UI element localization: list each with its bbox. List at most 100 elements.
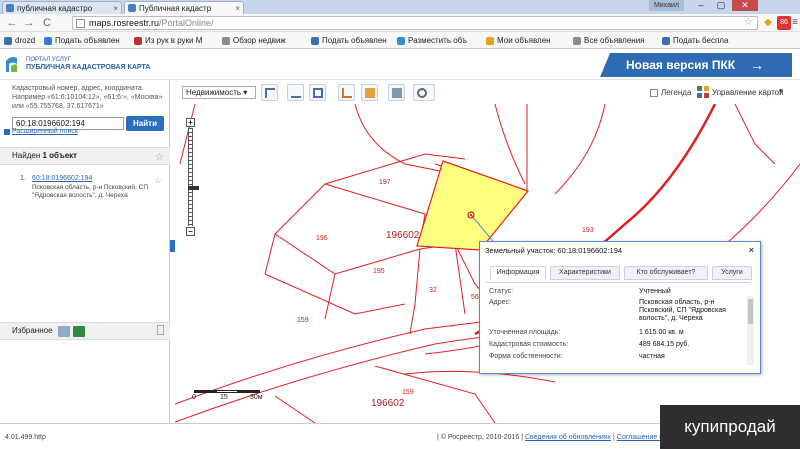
back-button[interactable]: ← [5, 16, 19, 30]
logo-main-text[interactable]: ПУБЛИЧНАЯ КАДАСТРОВАЯ КАРТА [26, 64, 150, 71]
tab-favicon [128, 4, 136, 12]
selected-parcel[interactable] [416, 160, 530, 251]
browser-tab-2[interactable]: Публичная кадастр × [124, 1, 244, 14]
bookmark-item[interactable]: Мои объявлен [486, 35, 551, 47]
bookmark-item[interactable]: Обзор недвиж [222, 35, 286, 47]
map-canvas[interactable]: 197 196 195 196602 193 32 56 159 159 196… [175, 104, 800, 423]
info-value: Псковская область, р-н Псковский, СП "Яд… [639, 299, 726, 322]
bookmark-item[interactable]: Из рук в руки М [134, 35, 202, 47]
result-link[interactable]: 60:18:0196602:194 [32, 175, 92, 182]
bookmark-favicon [486, 37, 494, 45]
zoom-out-button[interactable]: − [186, 227, 195, 236]
add-favorite-icon[interactable] [58, 326, 70, 337]
tab-close-icon[interactable]: × [113, 2, 118, 14]
extension-badge-icon[interactable]: 86 [777, 16, 791, 30]
browser-tab-1[interactable]: публичная кадастро × [2, 1, 122, 14]
tab-who-serves[interactable]: Кто обслуживает? [624, 266, 708, 280]
parcel-label: 159 [402, 389, 414, 396]
profile-name[interactable]: Михаил [648, 0, 684, 11]
quarter-label: 196602 [371, 398, 405, 409]
reload-button[interactable]: C [40, 16, 54, 30]
trash-icon[interactable] [157, 325, 164, 335]
tab-information[interactable]: Информация [490, 266, 546, 280]
info-value: частная [639, 353, 665, 360]
bookmark-star-icon[interactable]: ☆ [744, 17, 753, 29]
close-window-button[interactable]: ✕ [732, 0, 758, 11]
parcel-label: 197 [379, 179, 391, 186]
copyright-text: | © Росреестр, 2010-2016 | [437, 434, 524, 441]
chevron-down-icon[interactable]: ▾ [779, 87, 783, 95]
result-index: 1. [20, 175, 26, 182]
area-tool-button[interactable] [309, 84, 326, 101]
parcel-label: 196 [316, 235, 328, 242]
found-prefix: Найден [12, 151, 41, 160]
advanced-search-icon [4, 129, 10, 135]
bookmark-item[interactable]: drozd [4, 35, 35, 47]
parcel-info-popup: Земельный участок: 60:18:0196602:194 × И… [479, 241, 761, 374]
map-management-button[interactable]: Управление картой [712, 88, 784, 97]
scale-label: 30м [250, 394, 263, 401]
bookmark-favicon [134, 37, 142, 45]
menu-icon[interactable]: ≡ [790, 16, 800, 30]
bookmark-item[interactable]: Подать объявлен [44, 35, 120, 47]
ruler-icon [291, 88, 301, 98]
maximize-button[interactable]: ▢ [712, 0, 730, 11]
chart-icon [342, 88, 352, 98]
legend-checkbox[interactable] [650, 89, 658, 97]
bookmark-item[interactable]: Все объявления [573, 35, 645, 47]
parcel-label: 159 [297, 317, 309, 324]
info-key: Форма собственности: [489, 353, 563, 360]
address-bar[interactable]: maps.rosreestr.ru/PortalOnline/ ☆ [72, 16, 758, 30]
parcel-label: 195 [373, 268, 385, 275]
popup-scrollbar[interactable] [747, 296, 754, 365]
layers-icon [365, 88, 375, 98]
minimize-button[interactable]: – [692, 0, 710, 11]
info-key: Статус: [489, 288, 514, 295]
tab-characteristics[interactable]: Характеристики [550, 266, 620, 280]
advanced-search-link[interactable]: Расширенный поиск [12, 128, 78, 135]
bookmark-item[interactable]: Разместить объ [397, 35, 467, 47]
favorites-header: Избранное [0, 322, 170, 340]
excel-export-icon[interactable] [73, 326, 85, 337]
zoom-in-button[interactable]: + [186, 118, 195, 127]
bookmark-item[interactable]: Подать объявлен [311, 35, 387, 47]
bookmark-favicon [397, 37, 405, 45]
updates-link[interactable]: Сведения об обновлениях [525, 434, 611, 441]
tab-favicon [6, 4, 14, 12]
layer-select[interactable]: Недвижимость ▾ [182, 86, 256, 99]
tab-services[interactable]: Услуги [712, 266, 752, 280]
search-button[interactable]: Найти [126, 116, 164, 131]
scrollbar-thumb[interactable] [748, 299, 753, 324]
zoom-slider-thumb[interactable] [188, 186, 199, 190]
portal-logo-icon [6, 57, 17, 72]
bookmark-item[interactable]: Подать беспла [662, 35, 728, 47]
scale-label: 0 [192, 394, 196, 401]
close-icon[interactable]: × [749, 245, 754, 255]
chart-tool-button[interactable] [338, 84, 355, 101]
parcel-label: 32 [429, 287, 437, 294]
bookmark-favicon [4, 37, 12, 45]
url-host: maps.rosreestr.ru [89, 18, 160, 28]
star-icon[interactable]: ☆ [155, 150, 164, 166]
result-star-icon[interactable]: ☆ [154, 175, 162, 186]
measure-tool-button[interactable] [287, 84, 304, 101]
parcel-label: 193 [582, 227, 594, 234]
print-icon [392, 88, 402, 98]
new-version-banner[interactable]: Новая версия ПКК → [600, 53, 792, 77]
arrow-right-icon: → [750, 57, 764, 73]
new-version-label: Новая версия ПКК [626, 58, 736, 72]
logo-top-text: ПОРТАЛ УСЛУГ [26, 57, 71, 63]
print-button[interactable] [388, 84, 405, 101]
extension-icon[interactable]: ◆ [761, 16, 775, 30]
info-value: 489 684.15 руб. [639, 341, 690, 348]
popup-tabs: Информация Характеристики Кто обслуживае… [490, 266, 752, 280]
layers-tool-button[interactable] [361, 84, 378, 101]
layer-select-value: Недвижимость [186, 88, 242, 97]
tab-close-icon[interactable]: × [235, 2, 240, 14]
info-key: Уточненная площадь: [489, 329, 561, 336]
forward-button[interactable]: → [22, 16, 36, 30]
zoom-slider[interactable] [188, 128, 199, 226]
share-link-button[interactable] [413, 84, 435, 101]
select-tool-button[interactable] [261, 84, 278, 101]
cursor-icon [265, 88, 275, 98]
